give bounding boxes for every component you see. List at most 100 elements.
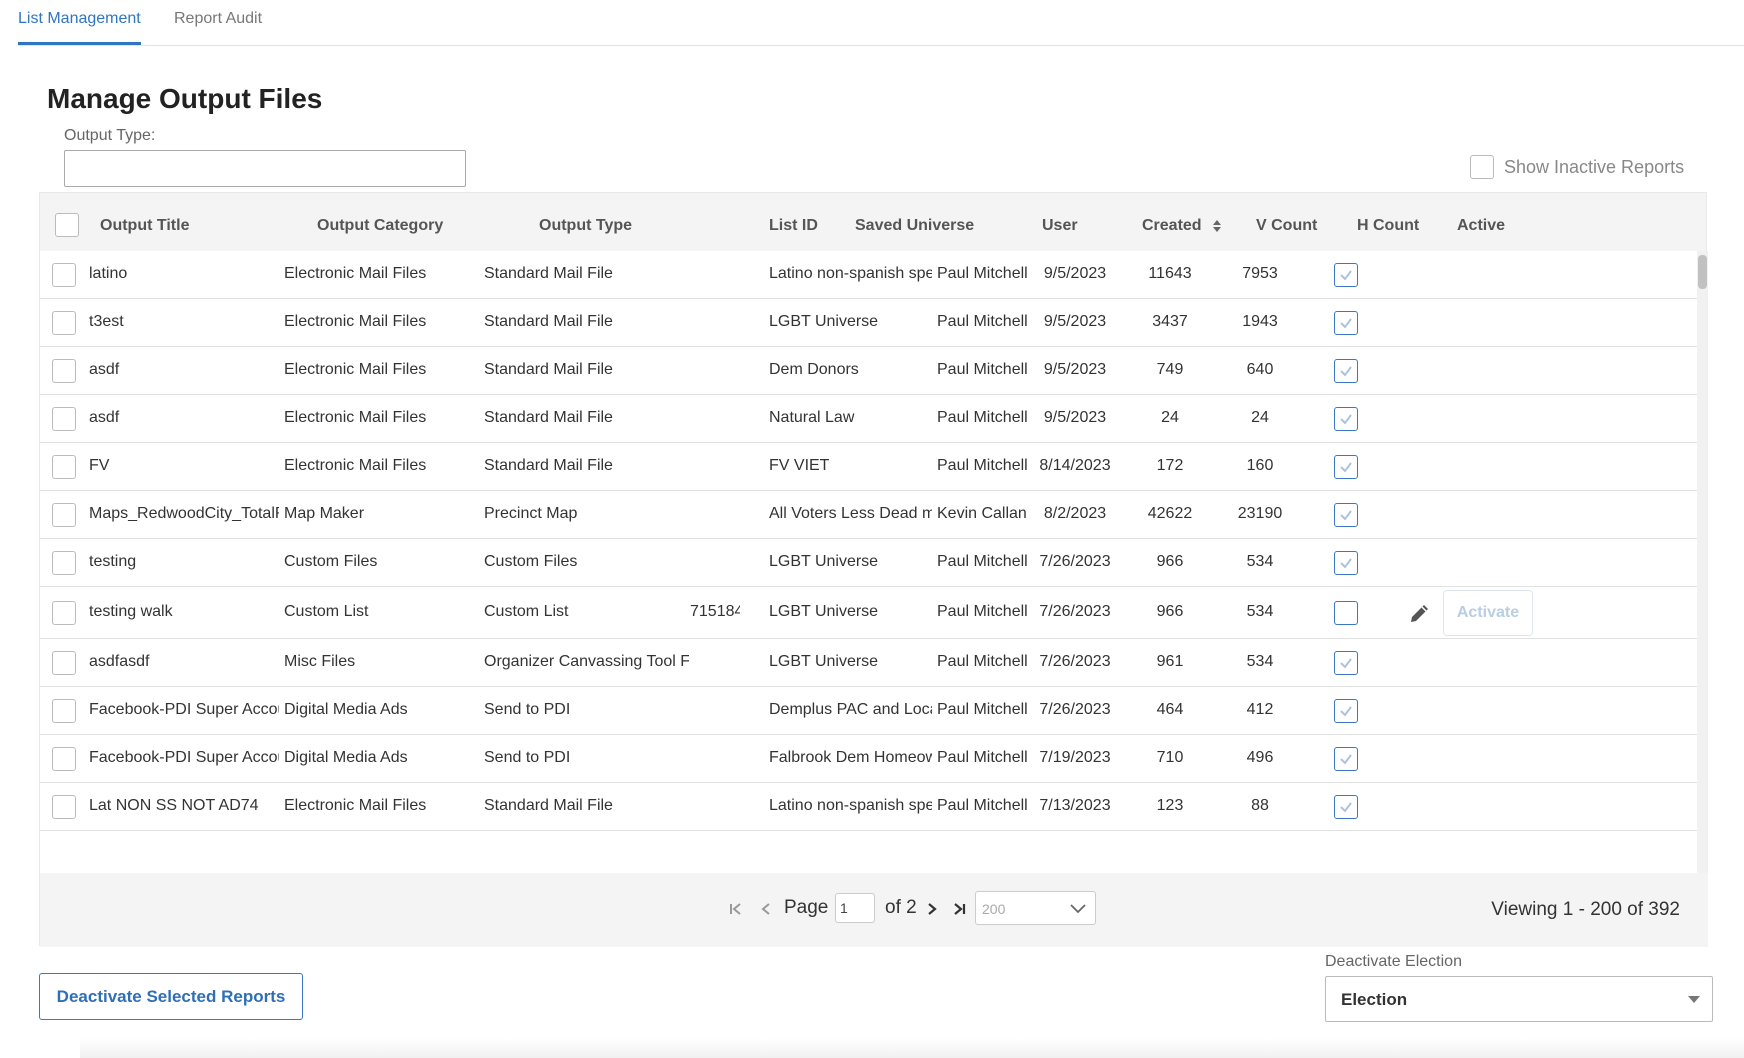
checkmark-icon [1340,706,1352,717]
table-row[interactable]: asdfasdf Misc Files Organizer Canvassing T… [40,639,1697,687]
column-output-type[interactable]: Output Type [539,217,632,235]
cell-h-count: 88 [1251,797,1269,814]
table-row[interactable]: Maps_RedwoodCity_TotalRe Map Maker Precinc… [40,491,1697,539]
row-select-checkbox[interactable] [52,551,76,575]
row-active-checkbox[interactable] [1334,311,1358,335]
table-row[interactable]: Facebook-PDI Super Account Digital Media … [40,687,1697,735]
select-all-checkbox[interactable] [55,213,79,237]
row-active-checkbox[interactable] [1334,795,1358,819]
cell-output-category: Custom Files [284,553,378,570]
row-active-checkbox[interactable] [1334,407,1358,431]
table-row[interactable]: t3est Electronic Mail Files Standard Mail … [40,299,1697,347]
row-active-checkbox[interactable] [1334,551,1358,575]
table-row[interactable]: Lat NON SS NOT AD74 Electronic Mail Files… [40,783,1697,831]
row-active-checkbox[interactable] [1334,651,1358,675]
page-size-select[interactable]: 200 [975,891,1096,925]
table-row[interactable]: testing Custom Files Custom Files LGBT Univ… [40,539,1697,587]
row-active-checkbox[interactable] [1334,359,1358,383]
cell-user: Kevin Callan [937,505,1027,522]
cell-v-count: 123 [1156,797,1184,814]
next-page-icon[interactable] [923,900,941,918]
election-select[interactable]: Election [1325,976,1713,1022]
page-total: of 2 [885,897,917,918]
row-active-checkbox[interactable] [1334,455,1358,479]
last-page-icon[interactable] [950,900,968,918]
row-select-checkbox[interactable] [52,359,76,383]
row-select-checkbox[interactable] [52,503,76,527]
cell-v-count: 42622 [1147,505,1193,522]
table-row[interactable]: testing walk Custom List Custom List 715184… [40,587,1697,639]
column-v-count[interactable]: V Count [1256,217,1317,235]
cell-output-title: latino [89,265,128,282]
cell-output-type: Standard Mail File [484,457,613,474]
cell-v-count: 464 [1156,701,1184,718]
cell-user: Paul Mitchell [937,797,1027,814]
checkmark-icon [1340,366,1352,377]
deactivate-selected-reports-button[interactable]: Deactivate Selected Reports [39,973,303,1020]
row-select-checkbox[interactable] [52,455,76,479]
first-page-icon[interactable] [727,900,745,918]
row-select-checkbox[interactable] [52,795,76,819]
table-row[interactable]: asdf Electronic Mail Files Standard Mail F… [40,395,1697,443]
column-saved-universe[interactable]: Saved Universe [855,217,974,235]
activate-button[interactable]: Activate [1443,590,1533,636]
cell-saved-universe: LGBT Universe [769,603,879,620]
row-select-checkbox[interactable] [52,747,76,771]
checkmark-icon [1340,270,1352,281]
row-select-checkbox[interactable] [52,407,76,431]
cell-output-title: t3est [89,313,124,330]
cell-output-title: Lat NON SS NOT AD74 [89,797,259,814]
column-list-id[interactable]: List ID [769,217,818,235]
sort-icon[interactable] [1212,219,1222,233]
page-label: Page [784,897,829,918]
column-output-category[interactable]: Output Category [317,217,443,235]
row-active-checkbox[interactable] [1334,699,1358,723]
tab-list-management[interactable]: List Management [18,10,141,45]
cell-output-title: testing walk [89,603,173,620]
cell-saved-universe: Latino non-spanish speak [769,265,932,282]
cell-output-category: Digital Media Ads [284,701,408,718]
cell-v-count: 24 [1161,409,1179,426]
row-active-checkbox[interactable] [1334,601,1358,625]
table-row[interactable]: FV Electronic Mail Files Standard Mail Fil… [40,443,1697,491]
row-active-checkbox[interactable] [1334,503,1358,527]
row-active-checkbox[interactable] [1334,263,1358,287]
vertical-scrollbar[interactable] [1697,251,1708,873]
cell-user: Paul Mitchell [937,409,1027,426]
tab-report-audit[interactable]: Report Audit [174,10,262,42]
checkmark-icon [1340,754,1352,765]
cell-created: 7/19/2023 [1039,749,1111,766]
pencil-icon[interactable] [1408,601,1432,625]
column-output-title[interactable]: Output Title [100,217,189,235]
column-user[interactable]: User [1042,217,1078,235]
column-created[interactable]: Created [1142,217,1222,235]
cell-output-title: asdf [89,409,120,426]
row-select-checkbox[interactable] [52,311,76,335]
prev-page-icon[interactable] [757,900,775,918]
row-active-checkbox[interactable] [1334,747,1358,771]
scrollbar-thumb[interactable] [1698,255,1707,289]
table-row[interactable]: latino Electronic Mail Files Standard Mail… [40,251,1697,299]
cell-output-title: testing [89,553,137,570]
cell-created: 7/26/2023 [1039,603,1111,620]
show-inactive-checkbox[interactable] [1470,155,1494,179]
column-active[interactable]: Active [1457,217,1505,235]
cell-h-count: 534 [1246,653,1274,670]
cell-saved-universe: LGBT Universe [769,653,879,670]
table-row[interactable]: asdf Electronic Mail Files Standard Mail F… [40,347,1697,395]
cell-h-count: 412 [1246,701,1274,718]
column-h-count[interactable]: H Count [1357,217,1419,235]
output-type-input[interactable] [64,150,466,187]
page-number-input[interactable]: 1 [835,893,875,923]
row-select-checkbox[interactable] [52,263,76,287]
cell-user: Paul Mitchell [937,457,1027,474]
cell-created: 9/5/2023 [1043,313,1107,330]
table-row[interactable]: Facebook-PDI Super Account Digital Media … [40,735,1697,783]
page-size-value: 200 [982,901,1006,917]
show-inactive-toggle[interactable]: Show Inactive Reports [1470,155,1684,179]
cell-output-category: Electronic Mail Files [284,265,427,282]
cell-output-category: Electronic Mail Files [284,409,427,426]
row-select-checkbox[interactable] [52,601,76,625]
row-select-checkbox[interactable] [52,651,76,675]
row-select-checkbox[interactable] [52,699,76,723]
